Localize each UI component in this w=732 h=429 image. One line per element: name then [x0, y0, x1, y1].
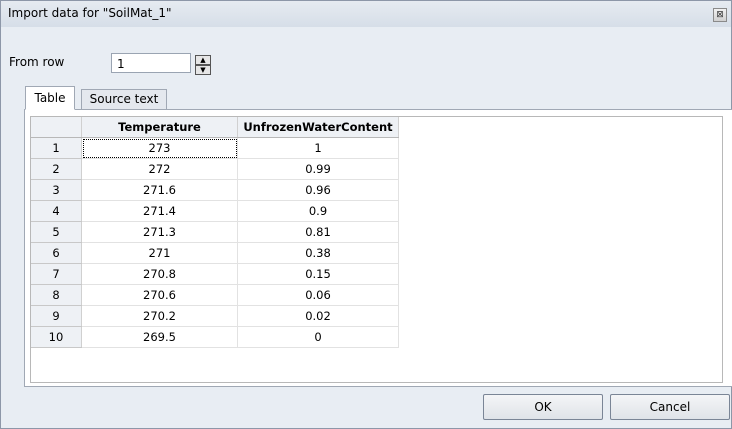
column-header-unfrozen-water-content[interactable]: UnfrozenWaterContent [237, 117, 399, 138]
cell-temperature[interactable]: 271.4 [81, 200, 238, 222]
cell-water-content[interactable]: 0.81 [237, 221, 399, 243]
cell-temperature[interactable]: 271 [81, 242, 238, 264]
cell-temperature[interactable]: 272 [81, 158, 238, 180]
ok-button[interactable]: OK [483, 394, 603, 420]
cell-water-content[interactable]: 0.02 [237, 305, 399, 327]
table-row: 6 271 0.38 [31, 242, 399, 264]
cell-temperature[interactable]: 270.2 [81, 305, 238, 327]
import-dialog: Import data for "SoilMat_1" ⊠ From row 1… [0, 0, 732, 429]
cell-temperature[interactable]: 271.3 [81, 221, 238, 243]
table-row: 9 270.2 0.02 [31, 305, 399, 327]
row-header[interactable]: 8 [31, 284, 82, 306]
cell-temperature[interactable]: 269.5 [81, 326, 238, 348]
corner-header[interactable] [31, 117, 82, 138]
tab-panel: Temperature UnfrozenWaterContent 1 273 1 2… [24, 109, 732, 387]
row-header[interactable]: 5 [31, 221, 82, 243]
spin-down-icon[interactable]: ▼ [195, 65, 211, 75]
data-grid[interactable]: Temperature UnfrozenWaterContent 1 273 1 2… [30, 116, 723, 383]
table-row: 10 269.5 0 [31, 326, 399, 348]
column-header-temperature[interactable]: Temperature [81, 117, 238, 138]
tab-table[interactable]: Table [25, 86, 75, 110]
table-row: 3 271.6 0.96 [31, 179, 399, 201]
row-header[interactable]: 7 [31, 263, 82, 285]
spin-up-icon[interactable]: ▲ [195, 55, 211, 65]
table-row: 2 272 0.99 [31, 158, 399, 180]
close-icon[interactable]: ⊠ [713, 8, 727, 22]
table-row: 8 270.6 0.06 [31, 284, 399, 306]
cell-water-content[interactable]: 0.9 [237, 200, 399, 222]
cell-water-content[interactable]: 0.15 [237, 263, 399, 285]
cancel-button[interactable]: Cancel [610, 394, 730, 420]
cell-temperature[interactable]: 273 [81, 137, 238, 159]
cell-water-content[interactable]: 0.99 [237, 158, 399, 180]
cell-temperature[interactable]: 270.8 [81, 263, 238, 285]
row-header[interactable]: 2 [31, 158, 82, 180]
cell-water-content[interactable]: 0.38 [237, 242, 399, 264]
from-row-input[interactable]: 1 [111, 53, 191, 73]
row-header[interactable]: 1 [31, 137, 82, 159]
table-row: 1 273 1 [31, 137, 399, 159]
table-row: 4 271.4 0.9 [31, 200, 399, 222]
row-header[interactable]: 6 [31, 242, 82, 264]
cell-temperature[interactable]: 271.6 [81, 179, 238, 201]
cell-water-content[interactable]: 0 [237, 326, 399, 348]
tab-source-text[interactable]: Source text [81, 89, 167, 110]
table-row: 5 271.3 0.81 [31, 221, 399, 243]
title-bar: Import data for "SoilMat_1" ⊠ [1, 1, 731, 27]
data-table: Temperature UnfrozenWaterContent 1 273 1 2… [31, 117, 399, 348]
cell-temperature[interactable]: 270.6 [81, 284, 238, 306]
cell-water-content[interactable]: 0.06 [237, 284, 399, 306]
row-header[interactable]: 3 [31, 179, 82, 201]
row-header[interactable]: 4 [31, 200, 82, 222]
cell-water-content[interactable]: 0.96 [237, 179, 399, 201]
cell-water-content[interactable]: 1 [237, 137, 399, 159]
row-header[interactable]: 10 [31, 326, 82, 348]
row-header[interactable]: 9 [31, 305, 82, 327]
dialog-title: Import data for "SoilMat_1" [8, 6, 172, 20]
from-row-label: From row [9, 55, 65, 69]
from-row-spinner[interactable]: ▲ ▼ [195, 55, 211, 75]
table-row: 7 270.8 0.15 [31, 263, 399, 285]
